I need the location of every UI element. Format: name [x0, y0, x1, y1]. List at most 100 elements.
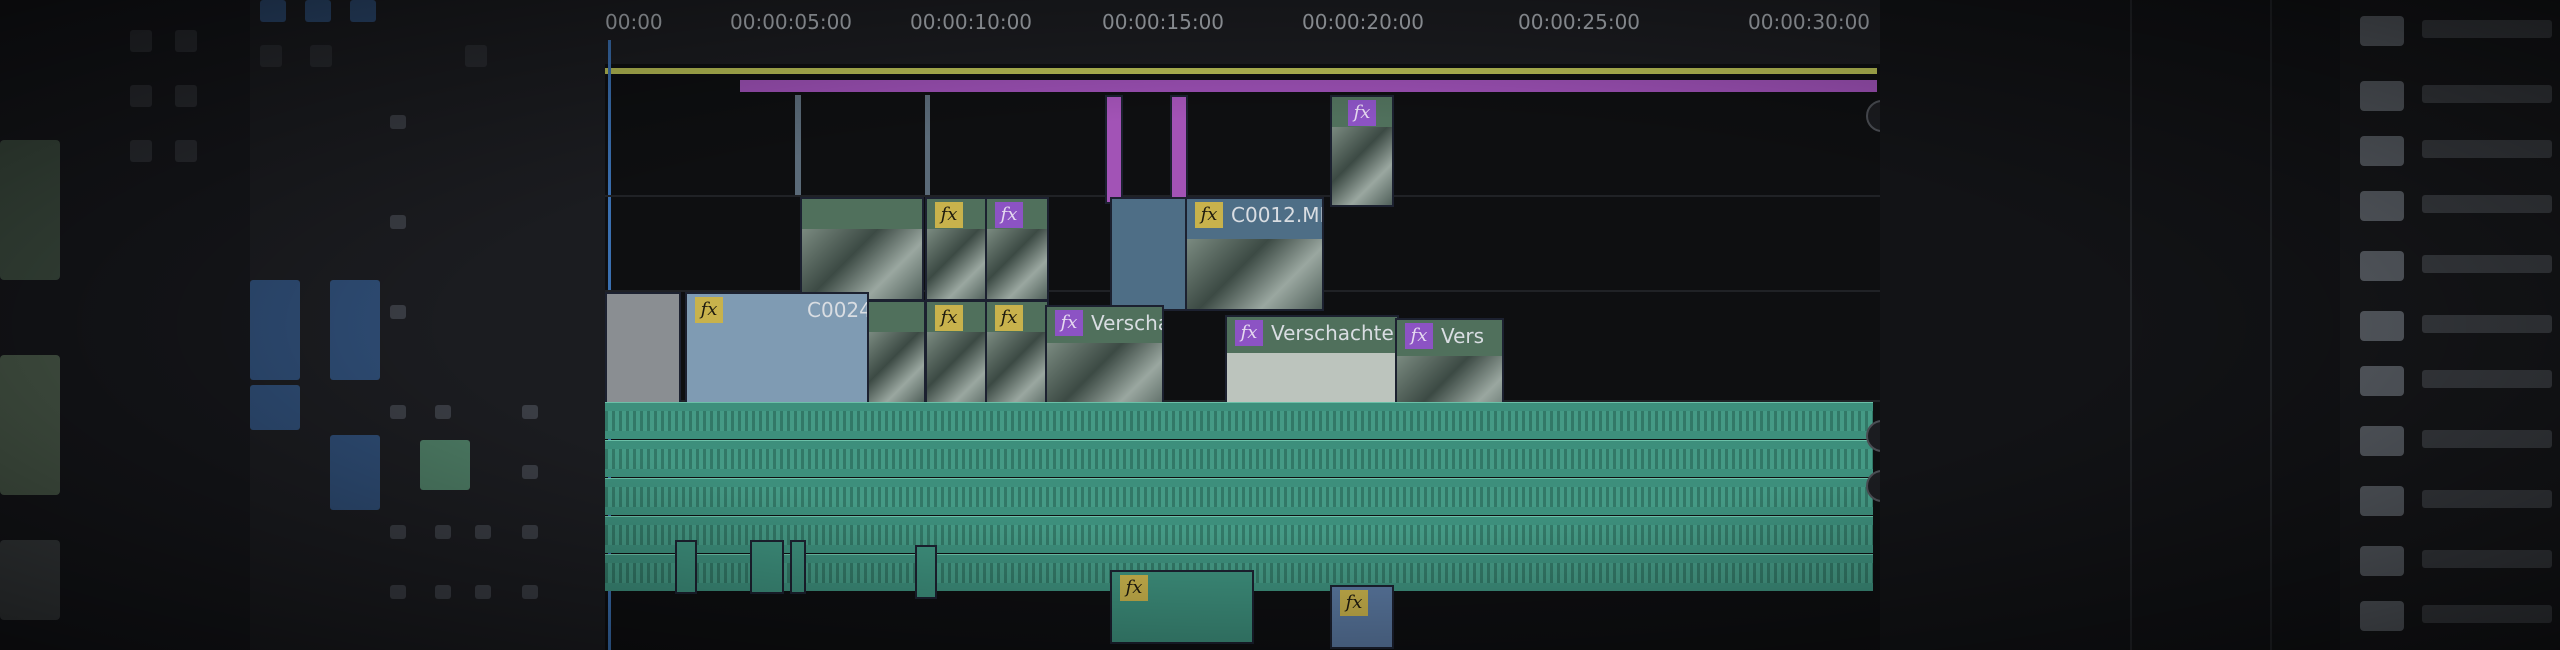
clip-thumbnail [987, 229, 1047, 299]
right-panel-list [2340, 0, 2560, 650]
video-clip-c0012[interactable]: fx C0012.MP [1185, 197, 1324, 311]
audio-clip-fx[interactable]: fx [1110, 570, 1254, 644]
list-item[interactable] [2360, 540, 2560, 580]
item-label [2422, 140, 2552, 158]
fx-badge: fx [995, 202, 1023, 228]
time-ruler[interactable]: 00:00 00:00:05:00 00:00:10:00 00:00:15:0… [605, 0, 1880, 64]
list-item[interactable] [2360, 420, 2560, 460]
list-item[interactable] [2360, 480, 2560, 520]
item-icon [2360, 426, 2404, 456]
video-clip[interactable]: fx [985, 300, 1049, 414]
audio-clip-a1[interactable] [605, 402, 1873, 439]
eye-icon[interactable] [390, 305, 406, 319]
track-record-a1[interactable] [420, 440, 470, 490]
work-area-bar[interactable] [605, 68, 1877, 74]
audio-clip-a3[interactable] [605, 478, 1873, 515]
item-label [2422, 20, 2552, 38]
video-clip[interactable] [605, 292, 681, 404]
tool-icon[interactable] [130, 140, 152, 162]
snap-icon[interactable] [260, 0, 286, 22]
mute-icon[interactable] [435, 405, 451, 419]
audio-clip-fx[interactable]: fx [1330, 585, 1394, 649]
clip-marker[interactable] [795, 95, 801, 195]
tool-icon[interactable] [175, 140, 197, 162]
fx-badge: fx [1120, 575, 1148, 601]
eye-icon[interactable] [390, 215, 406, 229]
list-item[interactable] [2360, 185, 2560, 225]
list-item[interactable] [2360, 130, 2560, 170]
clip-purple[interactable] [1105, 95, 1123, 204]
clip-marker[interactable] [925, 95, 930, 195]
list-item[interactable] [2360, 305, 2560, 345]
video-clip[interactable] [800, 197, 924, 301]
toggle-output-icon[interactable] [390, 115, 406, 129]
fx-badge: fx [1195, 202, 1223, 228]
track-target-a1[interactable] [330, 435, 380, 510]
clip-name: Verscha [1091, 311, 1164, 335]
project-panel [0, 0, 250, 650]
ruler-tick: 00:00:20:00 [1302, 10, 1425, 34]
tool-icon[interactable] [130, 85, 152, 107]
fx-badge: fx [995, 305, 1023, 331]
tool-icon[interactable] [175, 30, 197, 52]
item-label [2422, 315, 2552, 333]
marker-icon[interactable] [350, 0, 376, 22]
clip-thumbnail [927, 332, 987, 412]
solo-icon[interactable] [475, 525, 491, 539]
solo-icon[interactable] [475, 585, 491, 599]
audio-clip[interactable] [675, 540, 697, 594]
fx-badge: fx [1348, 100, 1376, 126]
video-clip[interactable]: fx [925, 300, 989, 414]
lock-icon[interactable] [390, 405, 406, 419]
wrench-icon[interactable] [465, 45, 487, 67]
item-label [2422, 195, 2552, 213]
list-item[interactable] [2360, 10, 2560, 50]
track-target-v1[interactable] [330, 280, 380, 380]
item-label [2422, 605, 2552, 623]
audio-clip-a2[interactable] [605, 440, 1873, 477]
audio-clip[interactable] [790, 540, 806, 594]
audio-clip[interactable] [750, 540, 784, 594]
item-label [2422, 430, 2552, 448]
clip-name: Verschachtel [1271, 321, 1399, 345]
linked-selection-icon[interactable] [305, 0, 331, 22]
audio-clip[interactable] [915, 545, 937, 599]
media-thumbnail[interactable] [0, 540, 60, 620]
video-clip-c0024[interactable]: fx C0024 [685, 292, 869, 404]
clip-thumbnail [869, 332, 924, 402]
clip-name: C0012.MP [1231, 203, 1324, 227]
ruler-tick: 00:00:25:00 [1518, 10, 1641, 34]
media-thumbnail[interactable] [0, 355, 60, 495]
marker-add-icon[interactable] [310, 45, 332, 67]
video-clip[interactable] [1110, 197, 1189, 311]
media-thumbnail[interactable] [0, 140, 60, 280]
tool-icon[interactable] [130, 30, 152, 52]
video-clip[interactable] [867, 300, 926, 404]
mic-icon[interactable] [522, 405, 538, 419]
meter-divider [2270, 0, 2272, 650]
lock-icon[interactable] [390, 585, 406, 599]
fx-badge: fx [1235, 320, 1263, 346]
clip-thumbnail [802, 229, 922, 299]
clip-thumbnail [1332, 127, 1392, 205]
video-clip[interactable]: fx [925, 197, 989, 301]
list-item[interactable] [2360, 245, 2560, 285]
video-clip[interactable]: fx [1330, 95, 1394, 207]
source-patch-v1[interactable] [250, 280, 300, 380]
lock-icon[interactable] [390, 525, 406, 539]
mute-icon[interactable] [435, 585, 451, 599]
list-item[interactable] [2360, 595, 2560, 635]
tool-icon[interactable] [175, 85, 197, 107]
list-item[interactable] [2360, 360, 2560, 400]
mic-icon[interactable] [522, 585, 538, 599]
settings-icon[interactable] [260, 45, 282, 67]
item-icon [2360, 191, 2404, 221]
source-patch-a1[interactable] [250, 385, 300, 430]
mute-icon[interactable] [435, 525, 451, 539]
video-clip[interactable]: fx [985, 197, 1049, 301]
list-item[interactable] [2360, 75, 2560, 115]
mic-icon[interactable] [522, 465, 538, 479]
timeline[interactable]: 00:00 00:00:05:00 00:00:10:00 00:00:15:0… [605, 0, 1898, 650]
mic-icon[interactable] [522, 525, 538, 539]
clip-purple[interactable] [1170, 95, 1188, 204]
